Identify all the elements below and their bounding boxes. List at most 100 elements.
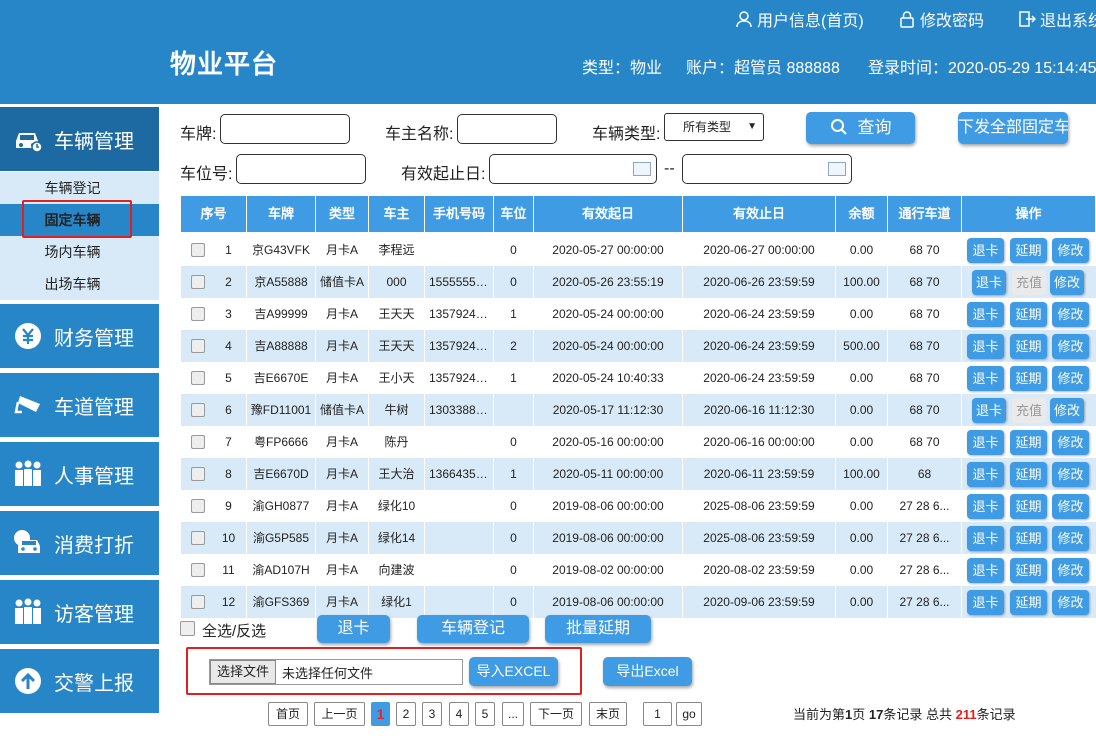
file-input[interactable]: 选择文件 未选择任何文件 xyxy=(209,659,463,685)
extend-button[interactable]: 延期 xyxy=(1010,558,1047,583)
menu-label: 交警上报 xyxy=(54,672,134,695)
extend-button[interactable]: 延期 xyxy=(1010,302,1047,327)
row-checkbox[interactable] xyxy=(191,403,205,417)
cell-type: 月卡A xyxy=(316,298,369,330)
cell-spot: 1 xyxy=(494,458,534,490)
return-card-button[interactable]: 退卡 xyxy=(317,615,390,643)
menu-traffic-report[interactable]: 交警上报 xyxy=(0,649,159,713)
edit-button[interactable]: 修改 xyxy=(1052,590,1089,615)
extend-button[interactable]: 延期 xyxy=(1010,430,1047,455)
user-info-link[interactable]: 用户信息(首页) xyxy=(735,7,864,31)
cell-spot: 0 xyxy=(494,266,534,298)
cell-no: 4 xyxy=(211,330,247,362)
page-button-5[interactable]: 5 xyxy=(475,702,495,726)
page-button-3[interactable]: 3 xyxy=(422,702,442,726)
choose-file-button[interactable]: 选择文件 xyxy=(210,660,277,684)
return-card-button[interactable]: 退卡 xyxy=(967,462,1004,487)
summary-count: 17 xyxy=(868,707,884,722)
go-button[interactable]: go xyxy=(676,702,702,726)
row-checkbox[interactable] xyxy=(191,467,205,481)
select-all-checkbox[interactable] xyxy=(180,621,195,636)
page-button-1[interactable]: 1 xyxy=(371,702,390,726)
import-excel-button[interactable]: 导入EXCEL xyxy=(469,657,558,686)
plate-input[interactable] xyxy=(220,114,350,144)
edit-button[interactable]: 修改 xyxy=(1052,526,1089,551)
jump-page-input[interactable]: 1 xyxy=(643,702,672,726)
extend-button[interactable]: 延期 xyxy=(1010,462,1047,487)
end-date-input[interactable] xyxy=(682,154,852,184)
start-date-input[interactable] xyxy=(489,154,657,184)
row-checkbox[interactable] xyxy=(191,243,205,257)
row-checkbox[interactable] xyxy=(191,499,205,513)
search-button[interactable]: 查询 xyxy=(806,112,915,144)
extend-button[interactable]: 延期 xyxy=(1010,526,1047,551)
edit-button[interactable]: 修改 xyxy=(1052,494,1089,519)
return-card-button[interactable]: 退卡 xyxy=(967,238,1004,263)
row-checkbox[interactable] xyxy=(191,371,205,385)
batch-extend-button[interactable]: 批量延期 xyxy=(545,615,651,643)
cell-plate: 京A55888 xyxy=(247,266,316,298)
submenu-vehicles-inside[interactable]: 场内车辆 xyxy=(0,236,159,268)
next-page-button[interactable]: 下一页 xyxy=(530,702,582,726)
extend-button[interactable]: 延期 xyxy=(1010,366,1047,391)
extend-button[interactable]: 延期 xyxy=(1010,494,1047,519)
row-checkbox[interactable] xyxy=(191,435,205,449)
row-checkbox[interactable] xyxy=(191,595,205,609)
return-card-button[interactable]: 退卡 xyxy=(967,302,1004,327)
upload-icon xyxy=(12,665,44,697)
export-excel-button[interactable]: 导出Excel xyxy=(603,657,692,686)
menu-discount[interactable]: 消费打折 xyxy=(0,511,159,575)
edit-button[interactable]: 修改 xyxy=(1050,270,1084,295)
menu-vehicle-management[interactable]: 车辆管理 xyxy=(0,107,159,171)
prev-page-button[interactable]: 上一页 xyxy=(314,702,365,726)
row-checkbox[interactable] xyxy=(191,339,205,353)
return-card-button[interactable]: 退卡 xyxy=(972,270,1006,295)
row-checkbox[interactable] xyxy=(191,563,205,577)
spot-input[interactable] xyxy=(236,154,366,184)
return-card-button[interactable]: 退卡 xyxy=(967,334,1004,359)
return-card-button[interactable]: 退卡 xyxy=(967,526,1004,551)
edit-button[interactable]: 修改 xyxy=(1052,366,1089,391)
return-card-button[interactable]: 退卡 xyxy=(967,430,1004,455)
edit-button[interactable]: 修改 xyxy=(1052,430,1089,455)
menu-personnel[interactable]: 人事管理 xyxy=(0,442,159,506)
extend-button[interactable]: 延期 xyxy=(1010,238,1047,263)
edit-button[interactable]: 修改 xyxy=(1050,398,1084,423)
first-page-button[interactable]: 首页 xyxy=(268,702,308,726)
change-password-link[interactable]: 修改密码 xyxy=(898,7,984,31)
vehicle-type-select[interactable]: 所有类型 ▼ xyxy=(664,113,764,141)
row-checkbox[interactable] xyxy=(191,531,205,545)
cell-type: 储值卡A xyxy=(316,394,369,426)
extend-button[interactable]: 延期 xyxy=(1010,334,1047,359)
submenu-vehicles-exited[interactable]: 出场车辆 xyxy=(0,268,159,300)
cell-balance: 0.00 xyxy=(836,298,888,330)
menu-visitor[interactable]: 访客管理 xyxy=(0,580,159,644)
edit-button[interactable]: 修改 xyxy=(1052,302,1089,327)
return-card-button[interactable]: 退卡 xyxy=(972,398,1006,423)
vehicle-register-button[interactable]: 车辆登记 xyxy=(417,615,529,643)
edit-button[interactable]: 修改 xyxy=(1052,334,1089,359)
return-card-button[interactable]: 退卡 xyxy=(967,494,1004,519)
user-icon xyxy=(736,11,752,28)
edit-button[interactable]: 修改 xyxy=(1052,462,1089,487)
extend-button[interactable]: 延期 xyxy=(1010,590,1047,615)
owner-input[interactable] xyxy=(457,114,557,144)
cell-end: 2020-08-02 23:59:59 xyxy=(683,554,836,586)
last-page-button[interactable]: 末页 xyxy=(589,702,627,726)
row-checkbox[interactable] xyxy=(191,275,205,289)
edit-button[interactable]: 修改 xyxy=(1052,238,1089,263)
page-button-4[interactable]: 4 xyxy=(449,702,469,726)
menu-lane[interactable]: 车道管理 xyxy=(0,373,159,437)
cell-no: 7 xyxy=(211,426,247,458)
return-card-button[interactable]: 退卡 xyxy=(967,366,1004,391)
issue-all-fixed-button[interactable]: 下发全部固定车 xyxy=(958,112,1068,144)
logout-link[interactable]: 退出系统 xyxy=(1018,7,1096,31)
page-button-2[interactable]: 2 xyxy=(396,702,416,726)
row-checkbox[interactable] xyxy=(191,307,205,321)
cell-plate: 吉E6670D xyxy=(247,458,316,490)
edit-button[interactable]: 修改 xyxy=(1052,558,1089,583)
return-card-button[interactable]: 退卡 xyxy=(967,590,1004,615)
menu-finance[interactable]: 财务管理 xyxy=(0,304,159,368)
cell-phone xyxy=(425,426,494,458)
return-card-button[interactable]: 退卡 xyxy=(967,558,1004,583)
